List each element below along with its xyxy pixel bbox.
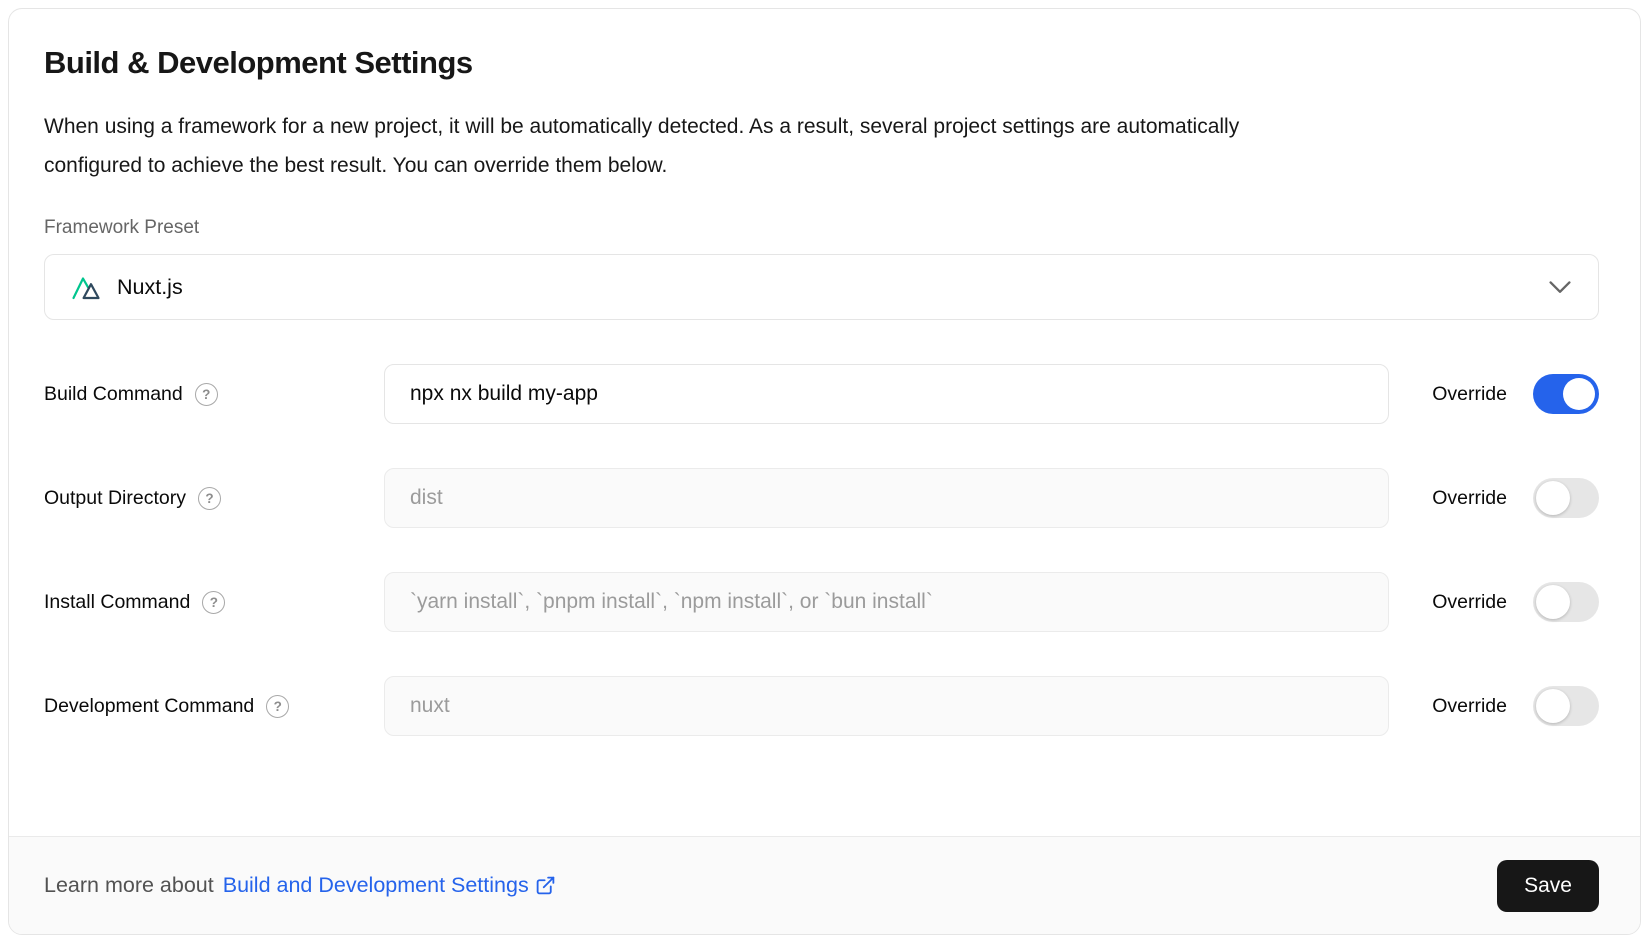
development-command-label-group: Development Command ?: [44, 695, 384, 718]
framework-preset-select[interactable]: Nuxt.js: [44, 254, 1599, 320]
help-icon[interactable]: ?: [198, 487, 221, 510]
output-directory-label: Output Directory: [44, 487, 186, 510]
chevron-down-icon: [1548, 281, 1572, 294]
setting-row-development-command: Development Command ? Override: [44, 676, 1599, 736]
install-command-label-group: Install Command ?: [44, 591, 384, 614]
framework-selected-value: Nuxt.js: [117, 275, 183, 300]
learn-more-prefix: Learn more about: [44, 873, 214, 898]
nuxt-logo-icon: [71, 274, 103, 301]
external-link-icon: [535, 875, 556, 896]
build-dev-settings-card: Build & Development Settings When using …: [8, 8, 1641, 935]
build-dev-settings-docs-link[interactable]: Build and Development Settings: [223, 873, 556, 898]
setting-row-install-command: Install Command ? Override: [44, 572, 1599, 632]
build-command-label: Build Command: [44, 383, 183, 406]
override-label: Override: [1432, 383, 1507, 406]
development-command-input[interactable]: [384, 676, 1389, 736]
help-icon[interactable]: ?: [266, 695, 289, 718]
output-directory-override-toggle[interactable]: [1533, 478, 1599, 518]
toggle-knob: [1536, 481, 1570, 515]
override-group: Override: [1432, 478, 1599, 518]
help-icon[interactable]: ?: [202, 591, 225, 614]
learn-more-text: Learn more about Build and Development S…: [44, 873, 556, 898]
framework-preset-label: Framework Preset: [44, 215, 1599, 240]
development-command-override-toggle[interactable]: [1533, 686, 1599, 726]
card-body: Build & Development Settings When using …: [9, 9, 1640, 736]
description-line-1: When using a framework for a new project…: [44, 107, 1599, 146]
card-footer: Learn more about Build and Development S…: [9, 836, 1640, 934]
override-group: Override: [1432, 374, 1599, 414]
install-command-label: Install Command: [44, 591, 190, 614]
page-title: Build & Development Settings: [44, 43, 1599, 83]
output-directory-label-group: Output Directory ?: [44, 487, 384, 510]
help-icon[interactable]: ?: [195, 383, 218, 406]
build-command-override-toggle[interactable]: [1533, 374, 1599, 414]
description-line-2: configured to achieve the best result. Y…: [44, 146, 1599, 185]
toggle-knob: [1536, 585, 1570, 619]
install-command-override-toggle[interactable]: [1533, 582, 1599, 622]
save-button[interactable]: Save: [1497, 860, 1599, 912]
override-group: Override: [1432, 582, 1599, 622]
override-label: Override: [1432, 591, 1507, 614]
install-command-input[interactable]: [384, 572, 1389, 632]
setting-row-output-directory: Output Directory ? Override: [44, 468, 1599, 528]
setting-row-build-command: Build Command ? Override: [44, 364, 1599, 424]
settings-description: When using a framework for a new project…: [44, 107, 1599, 185]
development-command-label: Development Command: [44, 695, 254, 718]
output-directory-input[interactable]: [384, 468, 1389, 528]
build-command-label-group: Build Command ?: [44, 383, 384, 406]
build-command-input[interactable]: [384, 364, 1389, 424]
override-label: Override: [1432, 695, 1507, 718]
override-label: Override: [1432, 487, 1507, 510]
toggle-knob: [1536, 689, 1570, 723]
override-group: Override: [1432, 686, 1599, 726]
learn-more-link-text: Build and Development Settings: [223, 873, 529, 898]
toggle-knob: [1563, 378, 1595, 410]
